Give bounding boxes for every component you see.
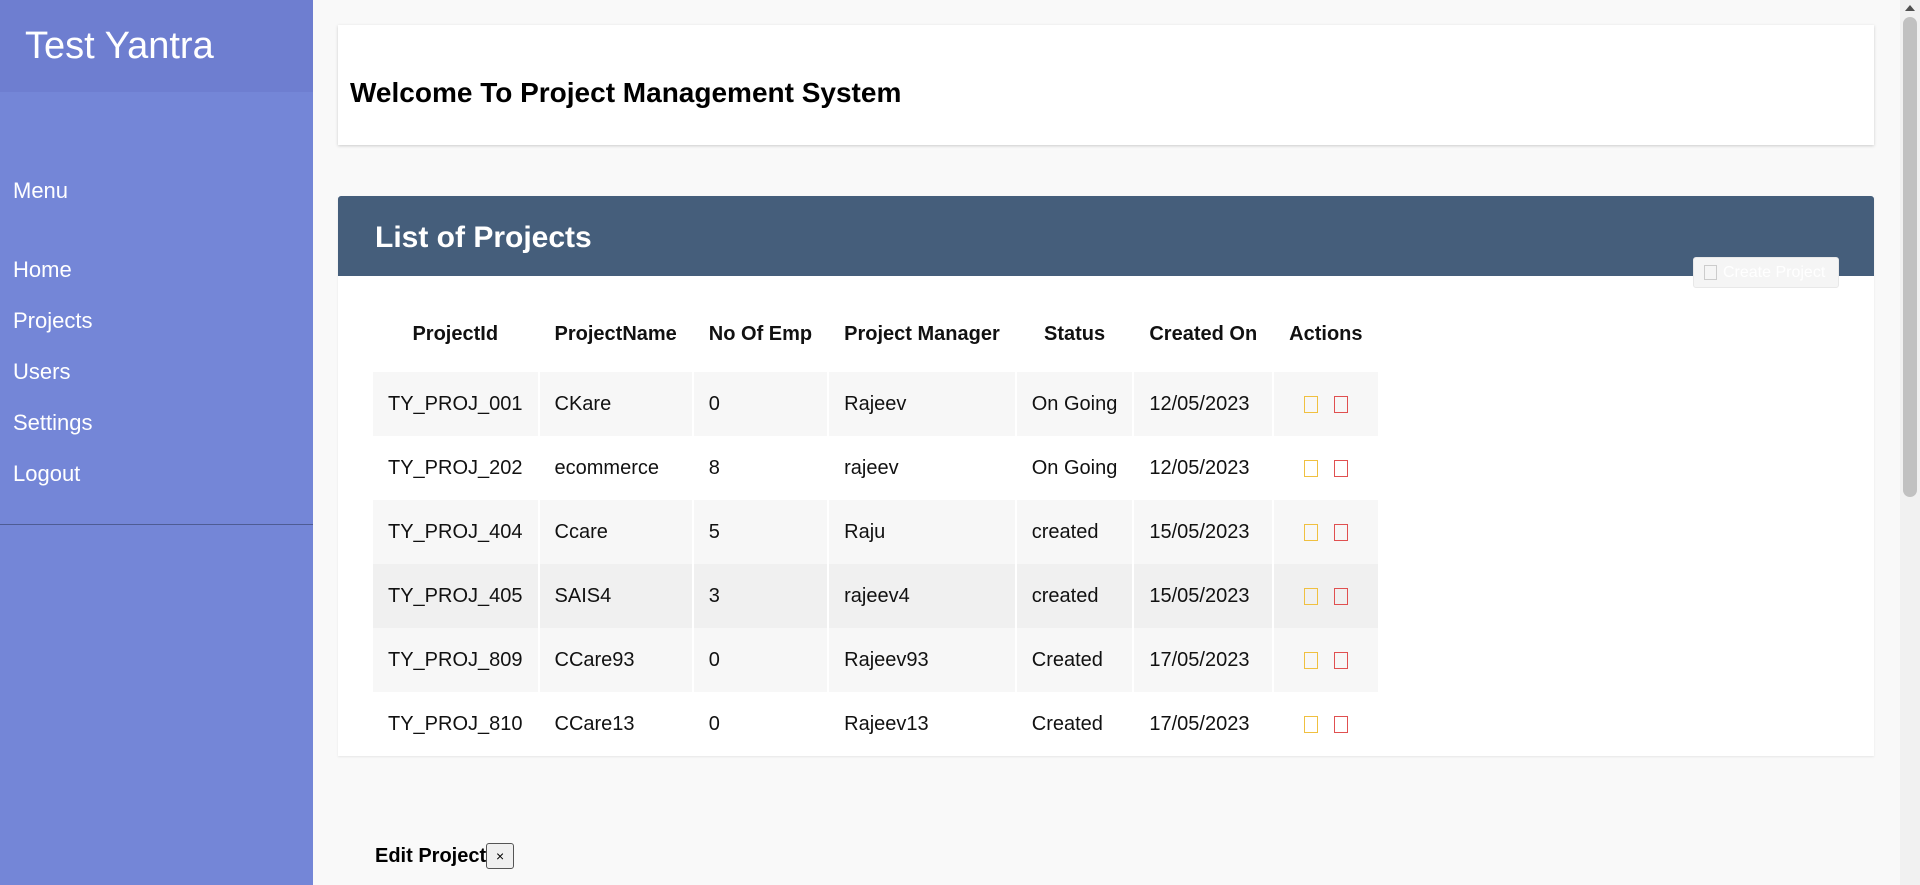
projects-title: List of Projects [375,221,592,254]
edit-icon[interactable] [1304,651,1319,669]
sidebar-item-logout[interactable]: Logout [13,459,93,510]
cell-project-name: ecommerce [539,436,692,500]
cell-project-id: TY_PROJ_001 [373,372,538,436]
column-header-projectid[interactable]: ProjectId [373,296,538,372]
cell-project-id: TY_PROJ_810 [373,692,538,756]
cell-project-name: SAIS4 [539,564,692,628]
column-header-project-manager[interactable]: Project Manager [829,296,1015,372]
create-project-button[interactable]: Create Project [1693,257,1839,288]
sidebar-item-users[interactable]: Users [13,357,93,408]
column-header-projectname[interactable]: ProjectName [540,296,692,372]
menu-label: Menu [13,178,69,203]
create-project-label: Create Project [1723,263,1826,281]
cell-status: created [1016,500,1133,564]
cell-project-id: TY_PROJ_405 [373,564,538,628]
column-header-created-on[interactable]: Created On [1134,296,1272,372]
edit-icon[interactable] [1304,523,1319,541]
projects-card-header: List of Projects [338,196,1874,276]
cell-project-id: TY_PROJ_809 [373,628,538,692]
cell-actions [1274,564,1378,628]
cell-created-on: 17/05/2023 [1134,628,1273,692]
cell-actions [1274,500,1378,564]
cell-created-on: 15/05/2023 [1134,500,1273,564]
table-row: TY_PROJ_810 CCare13 0 Rajeev13 Created 1… [373,692,1378,756]
table-row: TY_PROJ_405 SAIS4 3 rajeev4 created 15/0… [373,564,1378,628]
cell-no-of-emp: 0 [693,372,828,436]
scrollbar-thumb[interactable] [1903,17,1917,497]
edit-project-dialog: Edit Project × [375,843,515,869]
column-header-status[interactable]: Status [1017,296,1133,372]
delete-icon[interactable] [1334,523,1349,541]
table-row: TY_PROJ_809 CCare93 0 Rajeev93 Created 1… [373,628,1378,692]
cell-project-manager: Rajeev [829,372,1015,436]
cell-no-of-emp: 8 [693,436,828,500]
cell-project-manager: Rajeev93 [829,628,1015,692]
cell-actions [1274,436,1378,500]
delete-icon[interactable] [1334,459,1349,477]
cell-project-name: CKare [539,372,692,436]
edit-icon[interactable] [1304,395,1319,413]
cell-no-of-emp: 0 [693,628,828,692]
cell-actions [1274,372,1378,436]
delete-icon[interactable] [1334,587,1349,605]
cell-no-of-emp: 3 [693,564,828,628]
sidebar-divider [0,524,313,525]
cell-no-of-emp: 0 [693,692,828,756]
cell-actions [1274,628,1378,692]
cell-project-id: TY_PROJ_202 [373,436,538,500]
edit-icon[interactable] [1304,587,1319,605]
edit-project-title: Edit Project [375,844,487,867]
delete-icon[interactable] [1334,651,1349,669]
edit-icon[interactable] [1304,459,1319,477]
cell-actions [1274,692,1378,756]
brand-logo[interactable]: Test Yantra [0,0,313,92]
table-header-row: ProjectId ProjectName No Of Emp Project … [373,296,1378,372]
sidebar-item-projects[interactable]: Projects [13,306,93,357]
sidebar-item-settings[interactable]: Settings [13,408,93,459]
delete-icon[interactable] [1334,715,1349,733]
close-button[interactable]: × [486,843,515,869]
cell-status: created [1016,564,1133,628]
cell-project-name: CCare13 [539,692,692,756]
table-row: TY_PROJ_404 Ccare 5 Raju created 15/05/2… [373,500,1378,564]
main-content: Welcome To Project Management System Lis… [313,0,1900,885]
column-header-actions: Actions [1289,322,1363,345]
cell-project-manager: rajeev [829,436,1015,500]
column-header-no-of-emp[interactable]: No Of Emp [694,296,827,372]
cell-status: Created [1016,628,1133,692]
cell-created-on: 15/05/2023 [1134,564,1273,628]
projects-card: List of Projects Create Project ProjectI… [338,196,1874,756]
delete-icon[interactable] [1334,395,1349,413]
cell-project-manager: Raju [829,500,1015,564]
sidebar-nav: Home Projects Users Settings Logout [13,255,93,510]
cell-created-on: 12/05/2023 [1134,436,1273,500]
cell-project-name: Ccare [539,500,692,564]
table-row: TY_PROJ_001 CKare 0 Rajeev On Going 12/0… [373,372,1378,436]
cell-status: On Going [1016,436,1133,500]
sidebar: Test Yantra Menu Home Projects Users Set… [0,0,313,885]
projects-table: ProjectId ProjectName No Of Emp Project … [371,296,1380,756]
edit-icon[interactable] [1304,715,1319,733]
plus-icon [1704,265,1717,280]
cell-project-manager: Rajeev13 [829,692,1015,756]
cell-status: On Going [1016,372,1133,436]
cell-created-on: 12/05/2023 [1134,372,1273,436]
cell-project-name: CCare93 [539,628,692,692]
cell-project-id: TY_PROJ_404 [373,500,538,564]
cell-status: Created [1016,692,1133,756]
table-row: TY_PROJ_202 ecommerce 8 rajeev On Going … [373,436,1378,500]
scroll-up-icon[interactable] [1905,5,1915,11]
page-title: Welcome To Project Management System [350,77,902,108]
cell-project-manager: rajeev4 [829,564,1015,628]
sidebar-item-home[interactable]: Home [13,255,93,306]
cell-created-on: 17/05/2023 [1134,692,1273,756]
welcome-panel: Welcome To Project Management System [338,25,1874,145]
page-scrollbar[interactable] [1900,0,1920,885]
cell-no-of-emp: 5 [693,500,828,564]
